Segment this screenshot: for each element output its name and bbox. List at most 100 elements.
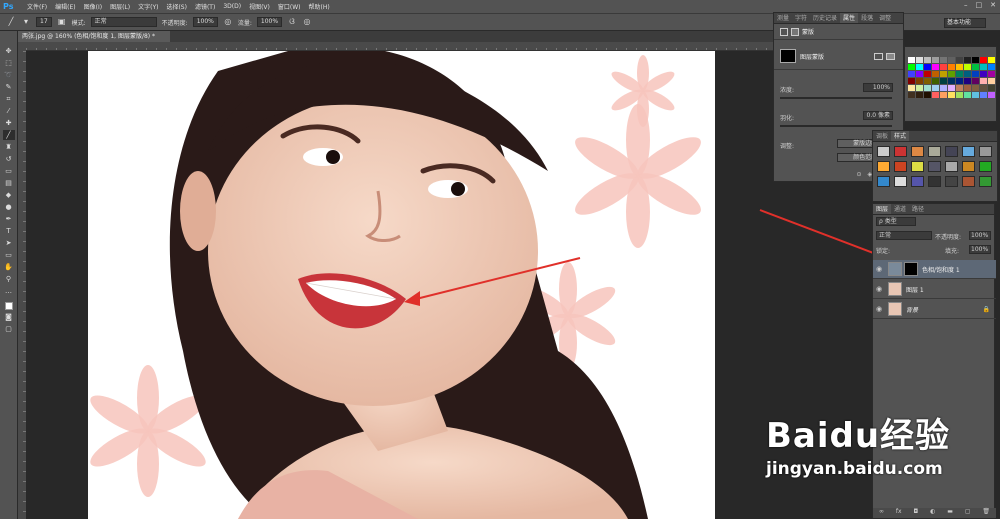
menu-filter[interactable]: 滤镜(T) bbox=[191, 2, 219, 11]
tab-paths[interactable]: 路径 bbox=[909, 204, 927, 214]
color-swatch[interactable] bbox=[980, 57, 987, 63]
tab-paragraph[interactable]: 段落 bbox=[858, 13, 876, 23]
density-input[interactable]: 100% bbox=[863, 83, 893, 92]
color-swatch[interactable] bbox=[932, 85, 939, 91]
quick-mask-icon[interactable]: ◙ bbox=[3, 312, 15, 322]
layer-mask-thumbnail[interactable] bbox=[904, 262, 918, 276]
color-swatch[interactable] bbox=[948, 64, 955, 70]
style-preset[interactable] bbox=[911, 176, 924, 187]
style-preset[interactable] bbox=[877, 176, 890, 187]
flow-input[interactable]: 100% bbox=[256, 17, 283, 27]
tab-styles[interactable]: 样式 bbox=[891, 131, 910, 141]
tab-measure[interactable]: 测量 bbox=[774, 13, 792, 23]
style-preset[interactable] bbox=[877, 146, 890, 157]
style-preset[interactable] bbox=[928, 161, 941, 172]
color-swatch[interactable] bbox=[988, 78, 995, 84]
history-brush-icon[interactable]: ↺ bbox=[3, 154, 15, 164]
mask-type-icon[interactable] bbox=[780, 27, 788, 36]
color-swatch[interactable] bbox=[932, 92, 939, 98]
tab-adjustments[interactable]: 调整 bbox=[876, 13, 894, 23]
menu-view[interactable]: 视图(V) bbox=[245, 2, 274, 11]
color-swatch[interactable] bbox=[948, 85, 955, 91]
gradient-tool-icon[interactable]: ▤ bbox=[3, 178, 15, 188]
density-slider[interactable] bbox=[780, 97, 892, 99]
airbrush-icon[interactable]: ଓ bbox=[287, 17, 297, 27]
style-preset[interactable] bbox=[945, 176, 958, 187]
style-preset[interactable] bbox=[894, 176, 907, 187]
tab-layers[interactable]: 图层 bbox=[873, 204, 892, 214]
color-swatch[interactable] bbox=[916, 57, 923, 63]
maximize-button[interactable]: □ bbox=[976, 1, 983, 9]
style-preset[interactable] bbox=[928, 146, 941, 157]
crop-tool-icon[interactable]: ⌗ bbox=[3, 94, 15, 104]
style-preset[interactable] bbox=[962, 176, 975, 187]
layer-opacity-input[interactable]: 100% bbox=[969, 231, 991, 240]
brush-preset-dropdown[interactable]: ▾ bbox=[21, 17, 31, 27]
color-swatch[interactable] bbox=[948, 78, 955, 84]
color-swatch[interactable] bbox=[916, 64, 923, 70]
layer-row-hue-saturation[interactable]: ◉ 色相/饱和度 1 bbox=[873, 260, 996, 279]
marquee-tool-icon[interactable]: ⬚ bbox=[3, 58, 15, 68]
color-swatch[interactable] bbox=[980, 64, 987, 70]
color-swatch[interactable] bbox=[908, 92, 915, 98]
mask-thumbnail[interactable] bbox=[780, 49, 796, 63]
color-swatch[interactable] bbox=[948, 57, 955, 63]
layer-row-layer1[interactable]: ◉ 图层 1 bbox=[873, 280, 996, 299]
feather-slider[interactable] bbox=[780, 125, 892, 127]
type-tool-icon[interactable]: T bbox=[3, 226, 15, 236]
color-swatch[interactable] bbox=[972, 71, 979, 77]
menu-3d[interactable]: 3D(D) bbox=[219, 3, 245, 10]
menu-select[interactable]: 选择(S) bbox=[162, 2, 191, 11]
color-swatch[interactable] bbox=[964, 85, 971, 91]
tab-properties[interactable]: 属性 bbox=[840, 13, 859, 23]
color-swatch[interactable] bbox=[924, 64, 931, 70]
color-swatch[interactable] bbox=[988, 71, 995, 77]
style-preset[interactable] bbox=[962, 161, 975, 172]
style-preset[interactable] bbox=[928, 176, 941, 187]
stamp-tool-icon[interactable]: ♜ bbox=[3, 142, 15, 152]
opacity-input[interactable]: 100% bbox=[192, 17, 218, 27]
workspace-select[interactable]: 基本功能 bbox=[944, 18, 986, 28]
color-swatch[interactable] bbox=[916, 71, 923, 77]
close-button[interactable]: ✕ bbox=[990, 1, 996, 9]
pressure-opacity-icon[interactable]: ◎ bbox=[223, 17, 233, 27]
color-swatch[interactable] bbox=[972, 78, 979, 84]
brush-panel-icon[interactable]: ▣ bbox=[57, 17, 67, 27]
new-adjustment-icon[interactable]: ◐ bbox=[930, 508, 935, 518]
blend-mode-select[interactable]: 正常 bbox=[876, 231, 932, 240]
color-swatch[interactable] bbox=[972, 57, 979, 63]
color-swatch[interactable] bbox=[972, 92, 979, 98]
color-swatch[interactable] bbox=[948, 71, 955, 77]
color-swatch[interactable] bbox=[932, 71, 939, 77]
brush-tool-icon[interactable]: ╱ bbox=[6, 17, 16, 27]
color-swatch[interactable] bbox=[940, 71, 947, 77]
tab-history[interactable]: 历史记录 bbox=[810, 13, 840, 23]
load-selection-icon[interactable]: ⊙ bbox=[856, 171, 861, 178]
tab-character[interactable]: 字符 bbox=[792, 13, 810, 23]
blur-tool-icon[interactable]: ◆ bbox=[3, 190, 15, 200]
mode-select[interactable]: 正常 bbox=[90, 17, 157, 27]
style-preset[interactable] bbox=[979, 146, 992, 157]
menu-layer[interactable]: 图层(L) bbox=[106, 2, 134, 11]
vertical-ruler[interactable] bbox=[18, 42, 26, 519]
vector-mask-icon[interactable] bbox=[791, 27, 799, 36]
color-swatch[interactable] bbox=[964, 71, 971, 77]
style-preset[interactable] bbox=[945, 146, 958, 157]
zoom-tool-icon[interactable]: ⚲ bbox=[3, 274, 15, 284]
color-swatch[interactable] bbox=[972, 64, 979, 70]
color-swatch[interactable] bbox=[924, 78, 931, 84]
style-preset[interactable] bbox=[877, 161, 890, 172]
menu-help[interactable]: 帮助(H) bbox=[305, 2, 334, 11]
color-swatch[interactable] bbox=[908, 71, 915, 77]
brush-tool-icon[interactable]: ╱ bbox=[2, 130, 15, 140]
color-swatch[interactable] bbox=[956, 78, 963, 84]
style-preset[interactable] bbox=[979, 161, 992, 172]
color-swatch[interactable] bbox=[908, 85, 915, 91]
color-swatch[interactable] bbox=[956, 64, 963, 70]
menu-image[interactable]: 图像(I) bbox=[80, 2, 106, 11]
horizontal-ruler[interactable] bbox=[26, 42, 773, 51]
path-select-tool-icon[interactable]: ➤ bbox=[3, 238, 15, 248]
shape-tool-icon[interactable]: ▭ bbox=[3, 250, 15, 260]
color-swatch[interactable] bbox=[932, 78, 939, 84]
quick-select-tool-icon[interactable]: ✎ bbox=[3, 82, 15, 92]
